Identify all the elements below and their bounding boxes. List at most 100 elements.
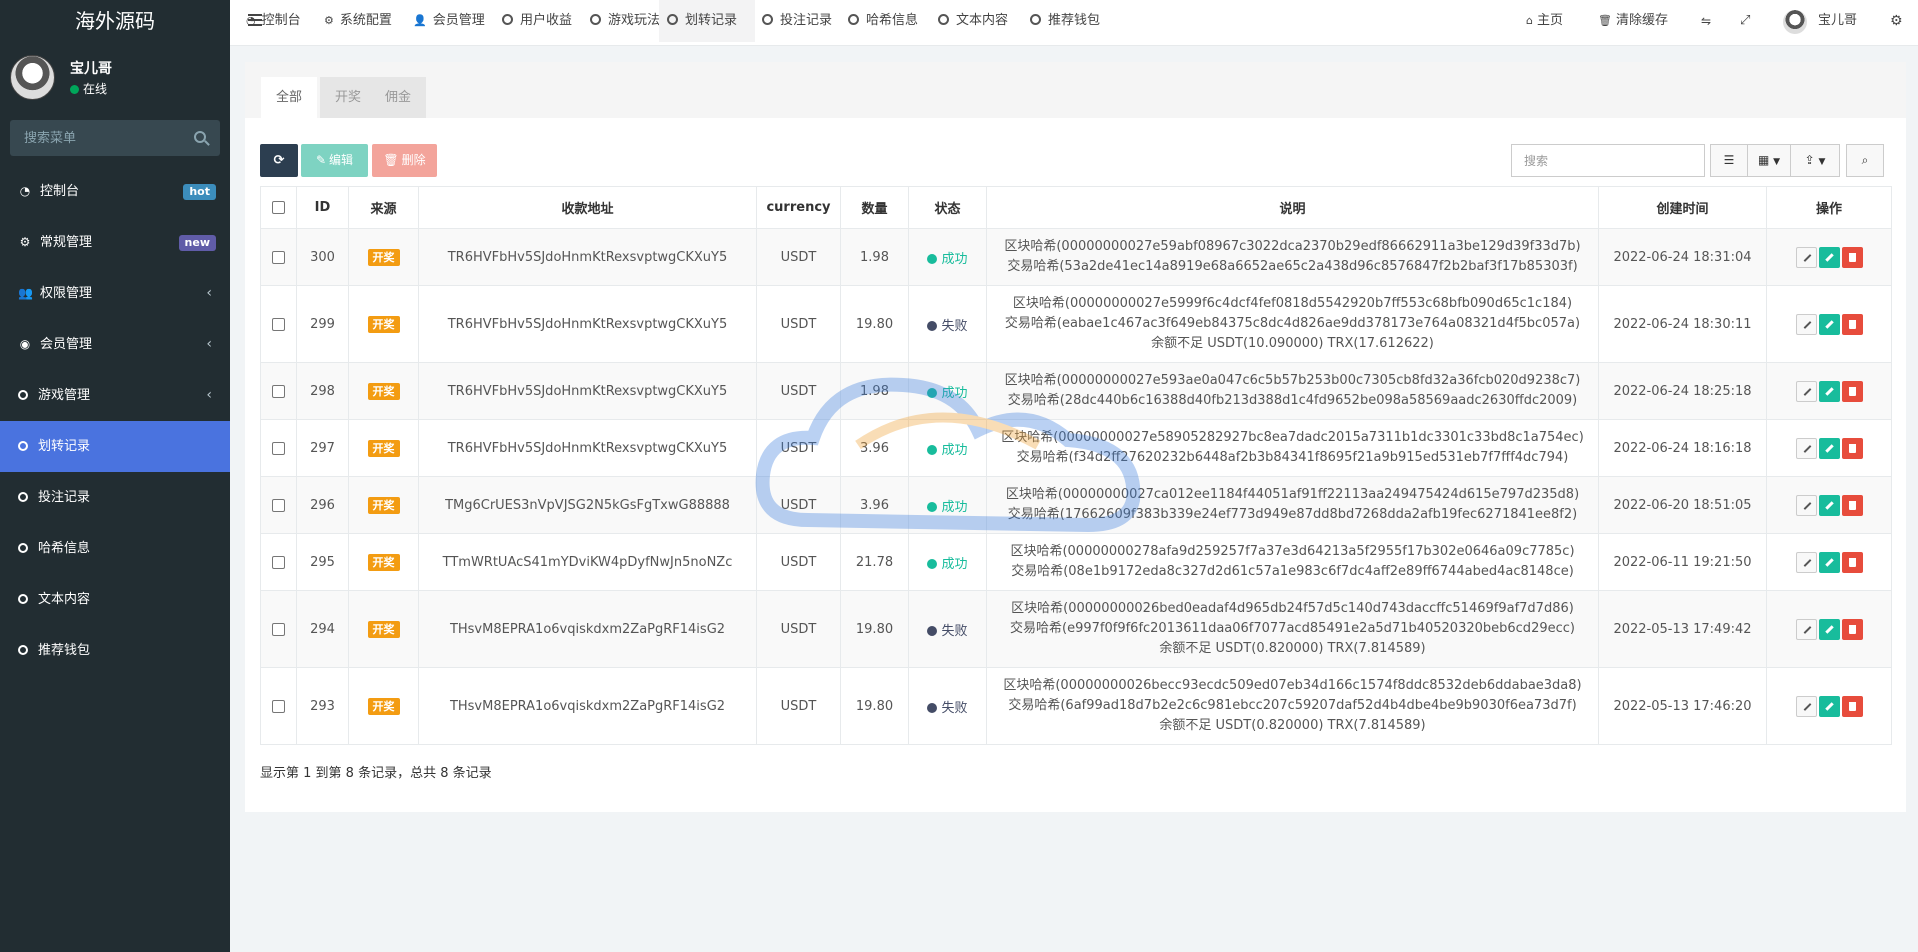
drag-sort-icon[interactable] [1795,380,1817,402]
row-edit-icon[interactable] [1818,380,1840,402]
column-header-status[interactable]: 状态 [908,186,987,229]
sidebar-item-4[interactable]: 游戏管理 ‹ [0,370,230,421]
top-tab-7[interactable]: 哈希信息 [840,0,930,42]
column-header-id[interactable]: ID [296,186,349,229]
drag-sort-icon[interactable] [1795,618,1817,640]
source-badge[interactable]: 开奖 [367,697,400,715]
sidebar-item-9[interactable]: 推荐钱包 [0,625,230,676]
drag-sort-icon[interactable] [1795,551,1817,573]
top-tab-9[interactable]: 推荐钱包 [1022,0,1110,42]
search-icon[interactable] [194,131,206,143]
top-avatar[interactable] [1783,10,1807,34]
row-checkbox[interactable] [272,699,285,713]
row-delete-icon[interactable] [1841,380,1863,402]
table-row[interactable]: 300 开奖 TR6HVFbHv5SJdoHnmKtRexsvptwgCKXuY… [260,228,1892,286]
row-edit-icon[interactable] [1818,494,1840,516]
search-toggle-button[interactable]: ⌕ [1846,144,1884,177]
table-row[interactable]: 293 开奖 THsvM8EPRA1o6vqiskdxm2ZaPgRF14isG… [260,667,1892,745]
row-delete-icon[interactable] [1841,494,1863,516]
sidebar-item-0[interactable]: ◔ 控制台 hot [0,166,230,217]
sidebar-item-8[interactable]: 文本内容 [0,574,230,625]
table-row[interactable]: 295 开奖 TTmWRtUAcS41mYDviKW4pDyfNwJn5noNZ… [260,533,1892,591]
settings-gear-icon[interactable]: ⚙ [1890,0,1903,42]
row-checkbox[interactable] [272,555,285,569]
table-row[interactable]: 299 开奖 TR6HVFbHv5SJdoHnmKtRexsvptwgCKXuY… [260,285,1892,363]
row-delete-icon[interactable] [1841,313,1863,335]
source-badge[interactable]: 开奖 [367,439,400,457]
drag-sort-icon[interactable] [1795,246,1817,268]
row-checkbox[interactable] [272,622,285,636]
row-edit-icon[interactable] [1818,695,1840,717]
app-logo[interactable]: 海外源码 [0,0,230,42]
table-row[interactable]: 297 开奖 TR6HVFbHv5SJdoHnmKtRexsvptwgCKXuY… [260,419,1892,477]
drag-sort-icon[interactable] [1795,695,1817,717]
export-button[interactable]: ⇪ ▼ [1790,144,1840,177]
drag-sort-icon[interactable] [1795,494,1817,516]
source-badge[interactable]: 开奖 [367,496,400,514]
columns-button[interactable]: ▦ ▼ [1747,144,1791,177]
menu-search-input[interactable] [10,120,220,156]
top-tab-6[interactable]: 投注记录 [754,0,842,42]
column-header-created-time[interactable]: 创建时间 [1598,186,1767,229]
top-tab-2[interactable]: 👤 会员管理 [405,0,493,42]
source-badge[interactable]: 开奖 [367,315,400,333]
top-tab-4[interactable]: 游戏玩法 [582,0,664,42]
translate-icon[interactable]: ⇋ [1701,0,1711,42]
edit-button[interactable]: ✎ 编辑 [301,144,368,177]
column-header-source[interactable]: 来源 [348,186,419,229]
drag-sort-icon[interactable] [1795,313,1817,335]
column-header-address[interactable]: 收款地址 [418,186,757,229]
table-row[interactable]: 298 开奖 TR6HVFbHv5SJdoHnmKtRexsvptwgCKXuY… [260,362,1892,420]
row-checkbox[interactable] [272,384,285,398]
source-badge[interactable]: 开奖 [367,620,400,638]
clear-cache-button[interactable]: 🗑 清除缓存 [1598,0,1668,42]
drag-sort-icon[interactable] [1795,437,1817,459]
row-checkbox[interactable] [272,498,285,512]
table-row[interactable]: 294 开奖 THsvM8EPRA1o6vqiskdxm2ZaPgRF14isG… [260,590,1892,668]
column-header-amount[interactable]: 数量 [840,186,909,229]
top-tab-1[interactable]: ⚙ 系统配置 [316,0,404,42]
column-header-description[interactable]: 说明 [986,186,1599,229]
row-delete-icon[interactable] [1841,618,1863,640]
row-delete-icon[interactable] [1841,551,1863,573]
top-tab-8[interactable]: 文本内容 [930,0,1022,42]
toggle-view-button[interactable]: ☰ [1710,144,1748,177]
row-delete-icon[interactable] [1841,695,1863,717]
select-all-checkbox[interactable] [272,201,285,214]
column-header-currency[interactable]: currency [756,186,841,229]
row-checkbox[interactable] [272,441,285,455]
top-user-name[interactable]: 宝儿哥 [1818,0,1857,42]
home-link[interactable]: ⌂ 主页 [1526,0,1563,42]
top-tab-3[interactable]: 用户收益 [494,0,582,42]
row-checkbox[interactable] [272,317,285,331]
tab-commission[interactable]: 佣金 [370,77,427,118]
row-edit-icon[interactable] [1818,618,1840,640]
row-edit-icon[interactable] [1818,313,1840,335]
sidebar-item-3[interactable]: ◉ 会员管理 ‹ [0,319,230,370]
row-checkbox[interactable] [272,250,285,264]
cell-currency: USDT [756,285,841,363]
row-edit-icon[interactable] [1818,437,1840,459]
source-badge[interactable]: 开奖 [367,553,400,571]
sidebar-item-5[interactable]: 划转记录 [0,421,230,472]
table-search-input[interactable] [1512,145,1704,176]
row-edit-icon[interactable] [1818,551,1840,573]
sidebar-item-7[interactable]: 哈希信息 [0,523,230,574]
sidebar-item-6[interactable]: 投注记录 [0,472,230,523]
refresh-button[interactable]: ⟳ [260,144,298,177]
tab-all[interactable]: 全部 [261,77,318,118]
table-row[interactable]: 296 开奖 TMg6CrUES3nVpVJSG2N5kGsFgTxwG8888… [260,476,1892,534]
tab-lottery[interactable]: 开奖 [320,77,377,118]
sidebar-item-label: 常规管理 [40,235,93,250]
fullscreen-icon[interactable]: ⤢ [1740,0,1750,42]
row-delete-icon[interactable] [1841,246,1863,268]
source-badge[interactable]: 开奖 [367,382,400,400]
sidebar-item-2[interactable]: 👥 权限管理 ‹ [0,268,230,319]
sidebar-item-1[interactable]: ⚙ 常规管理 new [0,217,230,268]
top-tab-5[interactable]: 划转记录 [659,0,755,42]
delete-button[interactable]: 🗑 删除 [372,144,437,177]
source-badge[interactable]: 开奖 [367,248,400,266]
row-delete-icon[interactable] [1841,437,1863,459]
top-tab-0[interactable]: ◔ 控制台 [238,0,316,42]
row-edit-icon[interactable] [1818,246,1840,268]
